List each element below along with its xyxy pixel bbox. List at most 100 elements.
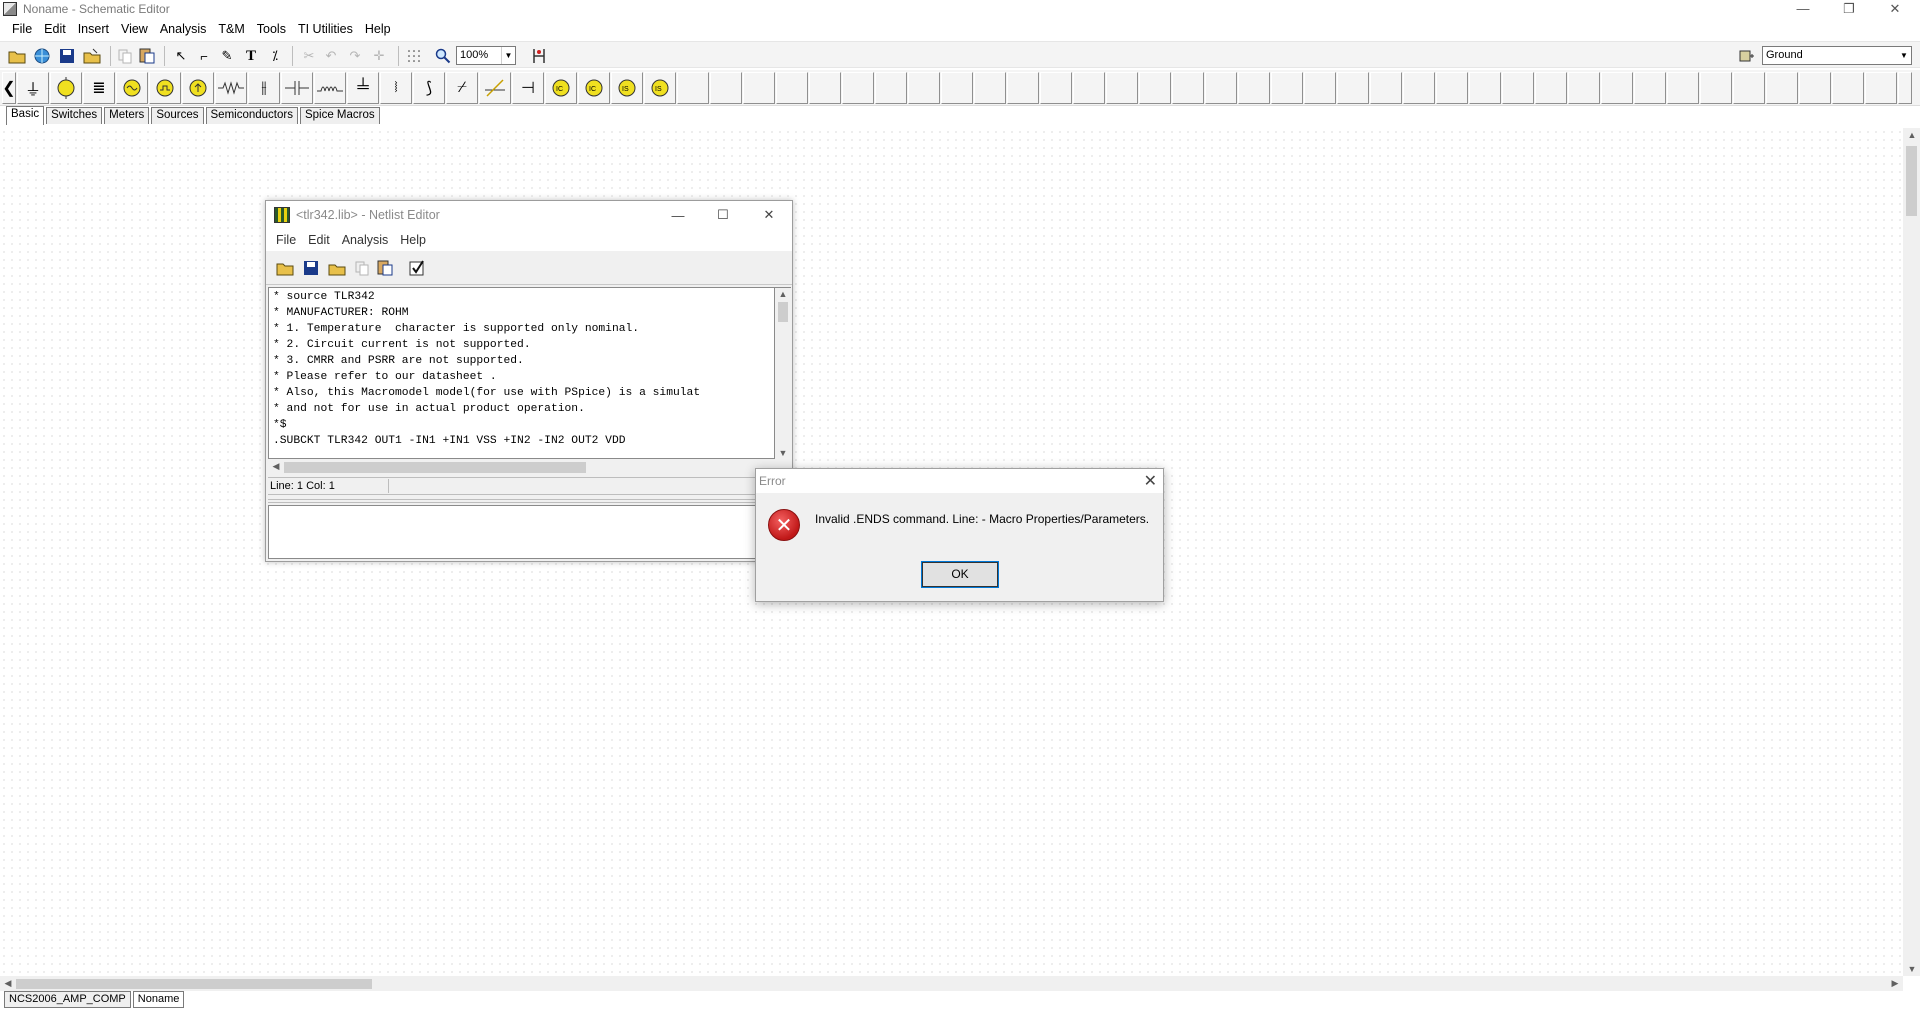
paste-icon[interactable] — [374, 257, 396, 279]
copy-icon[interactable] — [351, 257, 373, 279]
menu-insert[interactable]: Insert — [72, 22, 115, 36]
netlist-vertical-scrollbar[interactable]: ▲ ▼ — [775, 287, 791, 459]
close-button[interactable]: ✕ — [1872, 0, 1918, 17]
error-icon: ✕ — [768, 509, 800, 541]
inductor-icon[interactable] — [314, 72, 346, 104]
netlist-menu-file[interactable]: File — [270, 233, 302, 247]
coupled-inductor-icon[interactable]: ⟆ — [413, 72, 445, 104]
tab-basic[interactable]: Basic — [6, 106, 45, 125]
doc-tab-ncs2006[interactable]: NCS2006_AMP_COMP — [4, 991, 131, 1008]
open-folder-icon[interactable] — [274, 257, 296, 279]
scroll-left-icon[interactable]: ◀ — [1, 978, 15, 989]
terminal-icon[interactable]: ⊣ — [512, 72, 544, 104]
tab-meters[interactable]: Meters — [104, 107, 150, 124]
scroll-down-icon[interactable]: ▼ — [776, 448, 790, 458]
grid-icon[interactable] — [403, 45, 425, 67]
menu-tools[interactable]: Tools — [251, 22, 292, 36]
redo-icon[interactable]: ↷ — [344, 45, 366, 67]
text-icon[interactable]: T — [240, 45, 262, 67]
restore-button[interactable]: ❐ — [1826, 0, 1872, 17]
copy-icon[interactable] — [114, 45, 136, 67]
pen-icon[interactable]: ✎ — [216, 45, 238, 67]
battery-icon[interactable]: ≣ — [83, 72, 115, 104]
netlist-menu-edit[interactable]: Edit — [302, 233, 336, 247]
ac-source-icon[interactable] — [116, 72, 148, 104]
open-folder-icon[interactable] — [6, 45, 28, 67]
menu-view[interactable]: View — [115, 22, 154, 36]
pulse-source-icon[interactable] — [149, 72, 181, 104]
probe-icon[interactable] — [528, 45, 550, 67]
polarized-capacitor-icon[interactable]: ╧ — [347, 72, 379, 104]
label-icon[interactable]: ⁒ — [264, 45, 286, 67]
move-icon[interactable]: ✛ — [368, 45, 390, 67]
scroll-down-icon[interactable]: ▼ — [1905, 964, 1919, 974]
menu-ti-utilities[interactable]: TI Utilities — [292, 22, 359, 36]
error-dialog-title: Error — [759, 474, 786, 488]
tab-semiconductors[interactable]: Semiconductors — [205, 107, 298, 124]
netlist-menu-help[interactable]: Help — [394, 233, 432, 247]
scroll-up-icon[interactable]: ▲ — [776, 289, 790, 299]
netlist-vscroll-thumb[interactable] — [778, 302, 788, 322]
doc-tab-noname[interactable]: Noname — [132, 991, 185, 1008]
tab-spice-macros[interactable]: Spice Macros — [299, 107, 380, 124]
scroll-left-icon[interactable]: ◀ — [269, 461, 283, 472]
transformer-icon[interactable]: ⧘ — [380, 72, 412, 104]
netlist-minimize-button[interactable]: — — [663, 205, 693, 225]
variable-component-icon[interactable] — [479, 72, 511, 104]
error-dialog-close-button[interactable]: ✕ — [1144, 471, 1157, 491]
menu-file[interactable]: File — [6, 22, 38, 36]
netlist-maximize-button[interactable]: ☐ — [708, 205, 738, 225]
zoom-select[interactable]: 100% ▼ — [456, 46, 516, 65]
current-source-icon[interactable] — [182, 72, 214, 104]
vertical-scrollbar[interactable]: ▲ ▼ — [1903, 128, 1920, 976]
ccvs-icon[interactable]: IC — [578, 72, 610, 104]
tab-switches[interactable]: Switches — [46, 107, 103, 124]
scroll-right-icon[interactable]: ▶ — [1888, 978, 1902, 989]
palette-scroll-right-icon[interactable] — [1898, 72, 1912, 104]
chevron-down-icon[interactable]: ▼ — [1897, 47, 1911, 64]
open-file-icon[interactable] — [81, 45, 103, 67]
switch-icon[interactable]: ⌿ — [446, 72, 478, 104]
horizontal-scroll-thumb[interactable] — [16, 979, 372, 989]
ground-tool-icon[interactable] — [1736, 45, 1758, 67]
paste-icon[interactable] — [136, 45, 158, 67]
netlist-text-area[interactable]: * source TLR342 * MANUFACTURER: ROHM * 1… — [268, 287, 775, 459]
ground-component-icon[interactable]: ⏚ — [17, 72, 49, 104]
undo-icon[interactable]: ↶ — [320, 45, 342, 67]
save-icon[interactable] — [56, 45, 78, 67]
tab-sources[interactable]: Sources — [151, 107, 204, 124]
vcvs-icon[interactable]: IC — [545, 72, 577, 104]
palette-scroll-left-icon[interactable]: ❮ — [2, 72, 16, 104]
netlist-output-pane[interactable] — [268, 505, 792, 559]
vccs-icon[interactable]: IS — [611, 72, 643, 104]
netlist-menu-analysis[interactable]: Analysis — [336, 233, 395, 247]
save-icon[interactable] — [300, 257, 322, 279]
capacitor-icon[interactable] — [281, 72, 313, 104]
select-arrow-icon[interactable]: ↖ — [170, 45, 192, 67]
wire-icon[interactable]: ⌐ — [193, 45, 215, 67]
check-icon[interactable] — [406, 257, 428, 279]
resistor-icon[interactable] — [215, 72, 247, 104]
open-file-icon[interactable] — [326, 257, 348, 279]
cut-icon[interactable]: ✂ — [298, 45, 320, 67]
voltage-source-icon[interactable] — [50, 72, 82, 104]
netlist-horizontal-scrollbar[interactable]: ◀ — [268, 459, 791, 475]
globe-open-icon[interactable] — [31, 45, 53, 67]
netlist-close-button[interactable]: ✕ — [754, 205, 784, 225]
menu-tm[interactable]: T&M — [212, 22, 250, 36]
ok-button[interactable]: OK — [921, 561, 999, 588]
chevron-down-icon[interactable]: ▼ — [501, 47, 515, 64]
netlist-hscroll-thumb[interactable] — [284, 462, 586, 473]
vertical-scroll-thumb[interactable] — [1906, 146, 1917, 216]
scroll-up-icon[interactable]: ▲ — [1905, 130, 1919, 140]
netlist-splitter[interactable] — [268, 499, 792, 503]
potentiometer-icon[interactable]: ⫲ — [248, 72, 280, 104]
horizontal-scrollbar[interactable]: ◀ ▶ — [0, 976, 1903, 991]
menu-analysis[interactable]: Analysis — [154, 22, 213, 36]
menu-edit[interactable]: Edit — [38, 22, 72, 36]
menu-help[interactable]: Help — [359, 22, 397, 36]
ground-select[interactable]: Ground ▼ — [1762, 46, 1912, 65]
minimize-button[interactable]: — — [1780, 0, 1826, 17]
cccs-icon[interactable]: IS — [644, 72, 676, 104]
zoom-icon[interactable] — [432, 45, 454, 67]
